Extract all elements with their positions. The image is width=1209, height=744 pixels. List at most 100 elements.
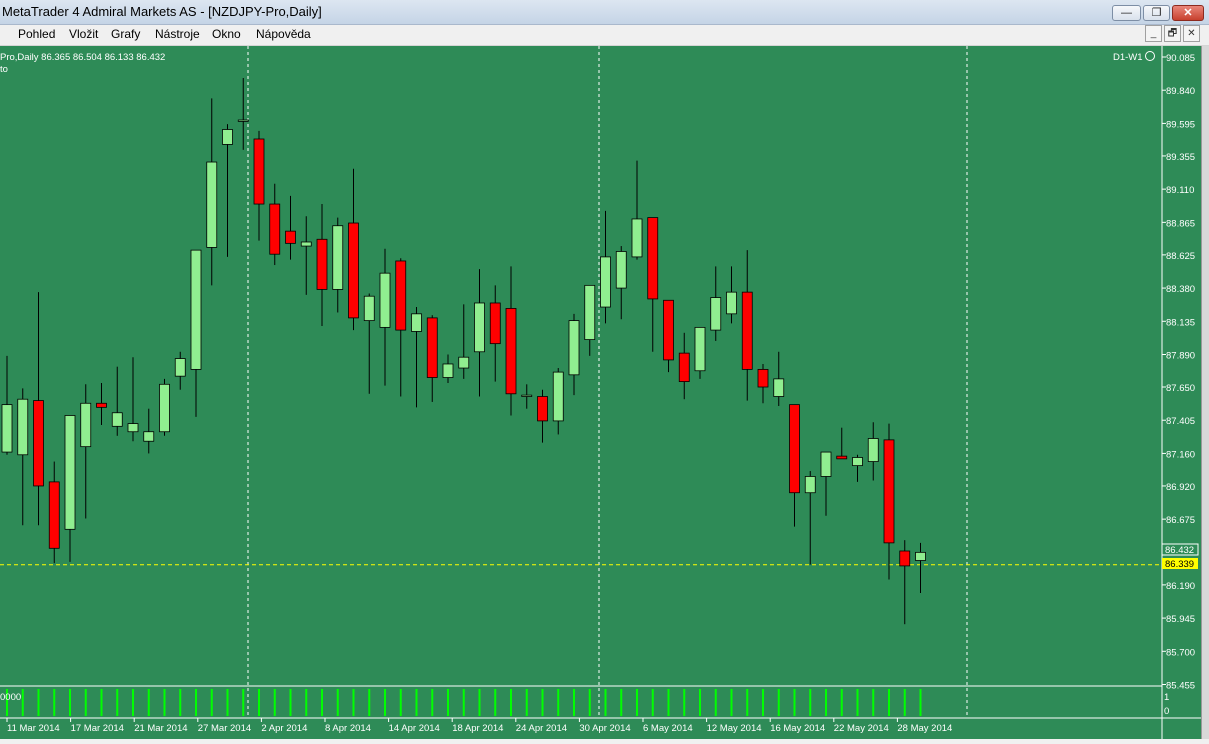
x-tick-label: 22 May 2014 xyxy=(834,723,889,734)
restore-button[interactable]: ❐ xyxy=(1143,5,1170,21)
candle[interactable] xyxy=(710,266,722,341)
candle[interactable] xyxy=(96,382,107,425)
mdi-minimize-button[interactable]: _ xyxy=(1145,25,1162,42)
candle-body xyxy=(80,402,92,448)
menu-pohled[interactable]: Pohled xyxy=(18,27,55,41)
mdi-close-button[interactable]: ✕ xyxy=(1183,25,1200,42)
menu-vlozit[interactable]: Vložit xyxy=(69,27,98,41)
candle-body xyxy=(915,551,926,561)
candle-body xyxy=(174,358,186,377)
candle[interactable] xyxy=(379,248,391,386)
candle[interactable] xyxy=(190,249,202,417)
candle[interactable] xyxy=(1,355,13,455)
candle[interactable] xyxy=(348,168,359,331)
candle[interactable] xyxy=(143,408,155,454)
candle[interactable] xyxy=(820,451,832,516)
x-tick-label: 14 Apr 2014 xyxy=(389,723,440,734)
candle[interactable] xyxy=(80,384,92,519)
candle[interactable] xyxy=(757,363,769,404)
x-tick-label: 8 Apr 2014 xyxy=(325,723,371,734)
candle[interactable] xyxy=(269,183,281,266)
candle[interactable] xyxy=(426,315,438,402)
candle[interactable] xyxy=(48,461,60,564)
candle[interactable] xyxy=(505,266,517,416)
candle-body xyxy=(883,439,895,544)
candle[interactable] xyxy=(332,217,344,313)
mdi-restore-button[interactable]: 🗗 xyxy=(1164,25,1181,42)
candle[interactable] xyxy=(915,542,926,594)
candle[interactable] xyxy=(773,351,785,406)
candle[interactable] xyxy=(537,389,548,443)
x-tick-label: 21 Mar 2014 xyxy=(134,723,187,734)
candle-body xyxy=(537,396,548,422)
candle[interactable] xyxy=(474,269,485,397)
menu-okno[interactable]: Okno xyxy=(212,27,241,41)
candle[interactable] xyxy=(206,98,218,286)
candle[interactable] xyxy=(489,285,501,382)
candle[interactable] xyxy=(836,427,848,460)
y-tick-label: 87.405 xyxy=(1166,416,1195,427)
y-tick-label: 87.160 xyxy=(1166,449,1195,460)
candle[interactable] xyxy=(741,250,753,401)
candle-body xyxy=(363,295,375,322)
candle[interactable] xyxy=(647,217,659,352)
candle-body xyxy=(647,217,659,300)
candle-body xyxy=(836,455,848,460)
smiley-icon[interactable] xyxy=(1145,51,1155,61)
candle-body xyxy=(568,320,580,376)
candle[interactable] xyxy=(458,304,470,379)
candle[interactable] xyxy=(33,292,44,526)
window-title: MetaTrader 4 Admiral Markets AS - [NZDJP… xyxy=(2,4,322,19)
candle[interactable] xyxy=(127,357,139,442)
y-tick-label: 88.380 xyxy=(1166,284,1195,295)
close-button[interactable]: ✕ xyxy=(1172,5,1204,21)
y-tick-label: 86.190 xyxy=(1166,581,1195,592)
candle[interactable] xyxy=(663,299,674,373)
candle[interactable] xyxy=(316,204,328,327)
menu-napoveda[interactable]: Nápověda xyxy=(256,27,311,41)
candle[interactable] xyxy=(17,388,29,526)
candle[interactable] xyxy=(253,130,265,241)
candle[interactable] xyxy=(631,160,643,260)
candle[interactable] xyxy=(159,378,170,436)
candle[interactable] xyxy=(726,266,737,324)
candle[interactable] xyxy=(363,293,375,394)
candle-body xyxy=(348,222,359,319)
candle[interactable] xyxy=(600,210,611,324)
menu-nastroje[interactable]: Nástroje xyxy=(155,27,200,41)
candle-body xyxy=(285,230,296,244)
right-scroll-strip[interactable] xyxy=(1201,46,1209,739)
candle[interactable] xyxy=(64,415,76,562)
menu-grafy[interactable]: Grafy xyxy=(111,27,140,41)
candle[interactable] xyxy=(395,258,407,397)
candle[interactable] xyxy=(442,354,454,383)
candle[interactable] xyxy=(411,307,422,408)
price-chart[interactable]: 90.085 89.840 89.595 89.355 89.110 88.865 88.6… xyxy=(0,46,1201,739)
candle[interactable] xyxy=(584,284,596,356)
candle-body xyxy=(474,302,485,353)
minimize-button[interactable]: — xyxy=(1112,5,1141,21)
candle[interactable] xyxy=(237,78,249,150)
candle[interactable] xyxy=(883,423,895,580)
x-tick-label: 30 Apr 2014 xyxy=(579,723,630,734)
volume-axis-max: 1 xyxy=(1164,692,1169,703)
candle[interactable] xyxy=(552,368,564,435)
candle[interactable] xyxy=(678,332,690,400)
candle[interactable] xyxy=(804,471,816,565)
candle[interactable] xyxy=(852,454,863,482)
chart-window[interactable]: 90.085 89.840 89.595 89.355 89.110 88.865 88.6… xyxy=(0,46,1201,739)
candle[interactable] xyxy=(222,124,233,257)
candle[interactable] xyxy=(285,195,296,260)
candle[interactable] xyxy=(521,384,533,409)
x-tick-label: 17 Mar 2014 xyxy=(71,723,124,734)
candle[interactable] xyxy=(694,326,706,379)
candle-body xyxy=(710,297,722,331)
candle[interactable] xyxy=(568,313,580,396)
candle[interactable] xyxy=(174,351,186,390)
candle[interactable] xyxy=(615,246,627,320)
candle[interactable] xyxy=(111,366,123,436)
candle[interactable] xyxy=(789,404,800,527)
candle[interactable] xyxy=(867,422,879,481)
candle[interactable] xyxy=(899,540,911,625)
candle[interactable] xyxy=(300,216,312,295)
